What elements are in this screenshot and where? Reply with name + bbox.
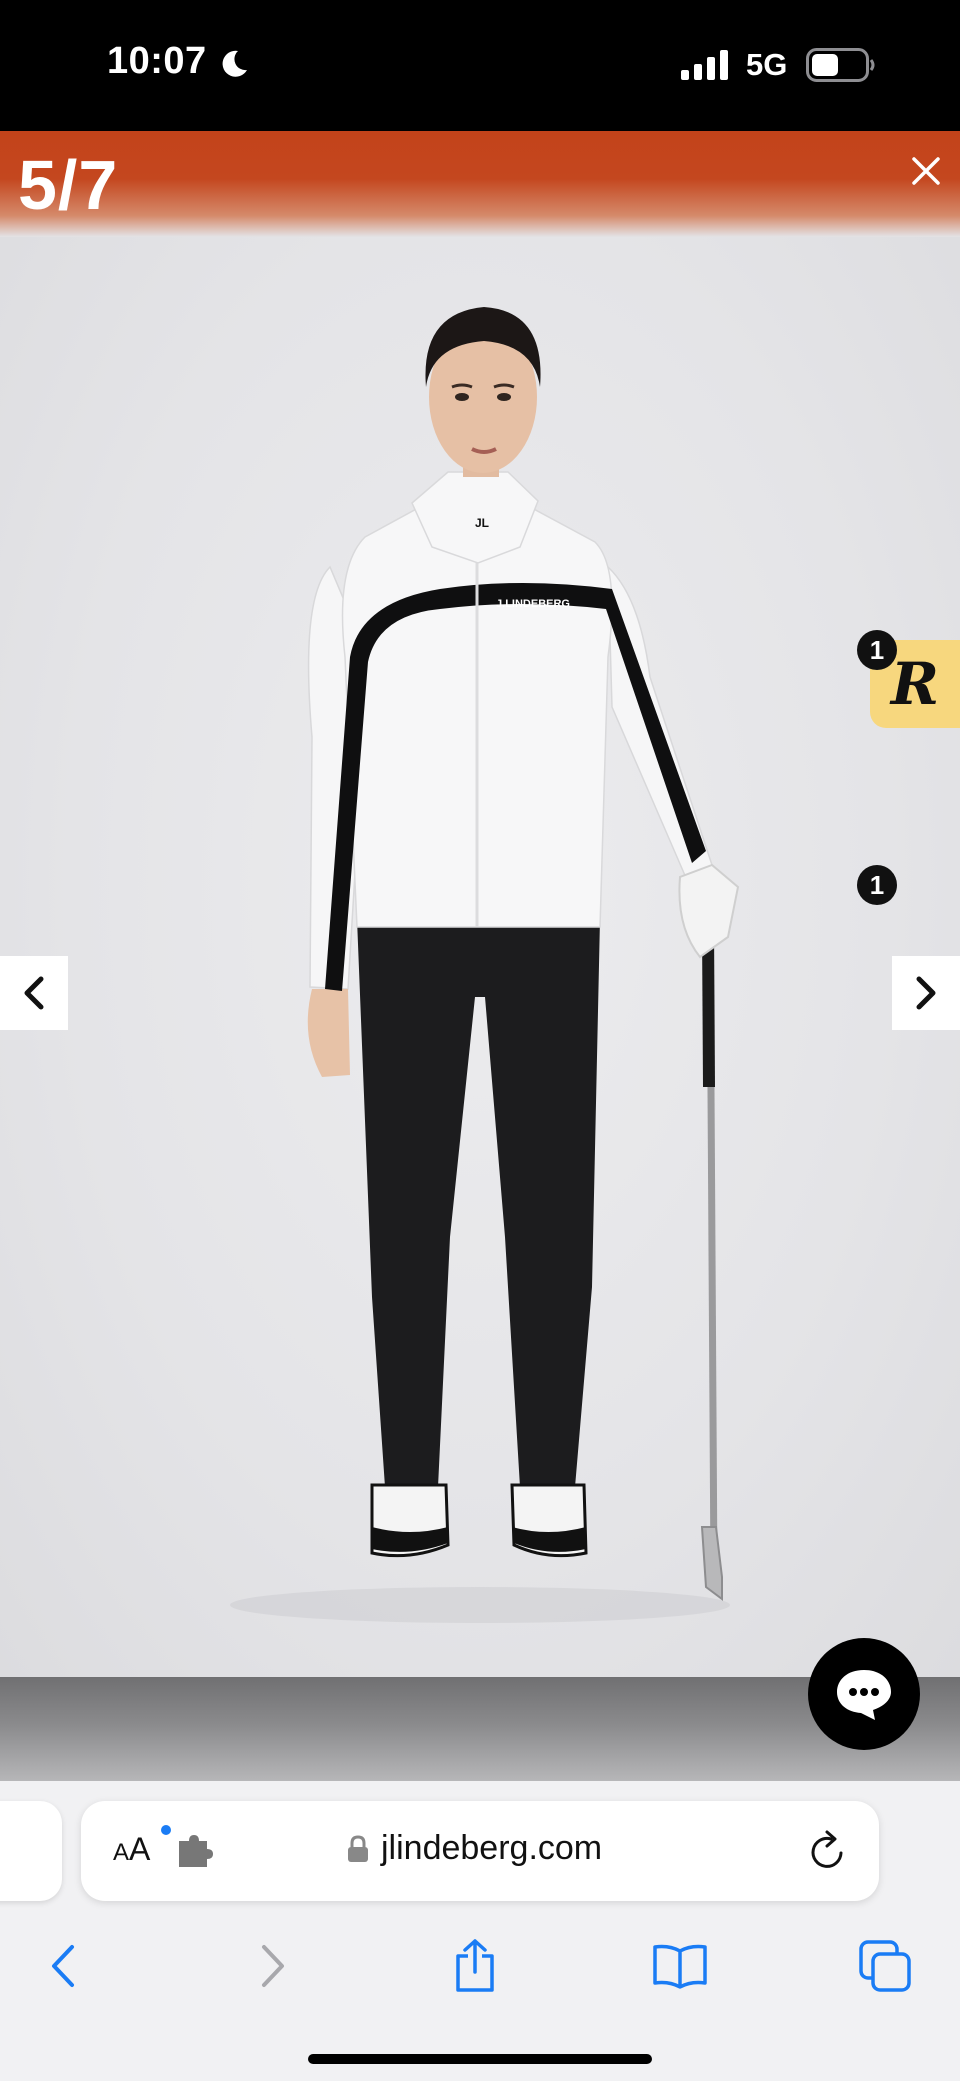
url-domain[interactable]: jlindeberg.com xyxy=(381,1829,602,1868)
forward-icon xyxy=(262,1945,284,1987)
collar-logo: JL xyxy=(475,516,489,530)
home-indicator[interactable] xyxy=(308,2054,652,2064)
battery-icon xyxy=(806,48,875,82)
status-bar: 10:07 5G xyxy=(0,0,960,131)
chat-bubble-icon xyxy=(837,1670,891,1720)
chevron-left-icon xyxy=(24,976,44,1010)
chat-button[interactable] xyxy=(808,1638,920,1750)
browser-chrome: AA jlindeberg.com xyxy=(0,1781,960,2081)
image-counter: 5/7 xyxy=(18,146,119,224)
previous-image-button[interactable] xyxy=(0,956,68,1030)
moon-icon xyxy=(222,50,247,77)
close-icon xyxy=(912,157,940,185)
rewards-badge: 1 xyxy=(857,865,897,905)
text-size-button[interactable]: AA xyxy=(113,1831,150,1868)
lock-icon xyxy=(348,1835,368,1862)
status-time: 10:07 xyxy=(107,40,207,82)
reload-icon[interactable] xyxy=(807,1829,849,1873)
jacket-logo: J.LINDEBERG xyxy=(496,598,570,610)
back-button[interactable] xyxy=(28,1931,98,2001)
close-button[interactable] xyxy=(906,151,946,191)
share-button[interactable] xyxy=(440,1931,510,2001)
model-photo: JL J.LINDEBERG xyxy=(230,307,740,1623)
previous-tab-pill[interactable] xyxy=(0,1801,62,1901)
chevron-right-icon xyxy=(916,976,936,1010)
extension-icon[interactable] xyxy=(177,1835,213,1867)
extension-indicator-dot xyxy=(161,1825,171,1835)
browser-toolbar xyxy=(0,1931,960,2011)
rewards-label: R xyxy=(890,650,940,718)
share-icon xyxy=(456,1939,494,1992)
forward-button[interactable] xyxy=(238,1931,308,2001)
back-icon xyxy=(52,1945,74,1987)
rewards-count-badge: 1 xyxy=(857,630,897,670)
bookmarks-button[interactable] xyxy=(645,1931,715,2001)
tabs-button[interactable] xyxy=(850,1931,920,2001)
bookmarks-icon xyxy=(653,1944,707,1989)
tabs-icon xyxy=(859,1940,911,1992)
next-image-button[interactable] xyxy=(892,956,960,1030)
product-image[interactable]: JL J.LINDEBERG 1 xyxy=(0,237,960,1677)
signal-icon xyxy=(681,50,728,80)
gallery-header: 5/7 xyxy=(0,131,960,237)
network-type: 5G xyxy=(746,47,788,82)
address-bar[interactable]: AA jlindeberg.com xyxy=(81,1801,879,1901)
